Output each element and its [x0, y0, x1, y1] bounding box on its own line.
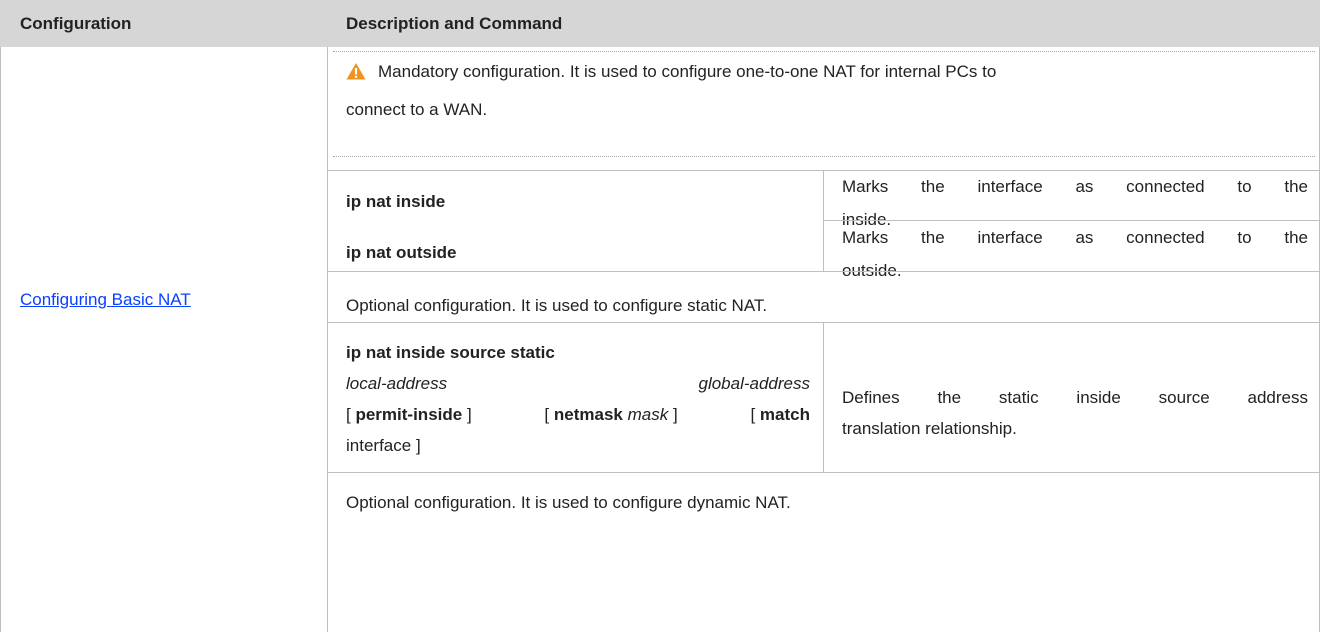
static-desc-line1: Defines the static inside source address [842, 388, 1308, 407]
static-desc-line2: translation relationship. [842, 419, 1017, 438]
mandatory-text-line1: Mandatory configuration. It is used to c… [378, 62, 997, 81]
option-match-interface: interface ] [346, 436, 421, 455]
inner-column-divider-static [823, 322, 824, 472]
command-ip-nat-inside: ip nat inside [346, 192, 446, 211]
option-permit-inside: [ permit-inside ] [346, 405, 472, 424]
table-header-row [0, 0, 1320, 47]
arg-global-address: global-address [698, 374, 810, 393]
mandatory-text-line2: connect to a WAN. [346, 100, 488, 119]
warning-icon [346, 63, 366, 80]
optional-static-text: Optional configuration. It is used to co… [346, 296, 768, 315]
row-divider [327, 271, 1320, 272]
command-desc-outside-line1: Marks the interface as connected to the [842, 228, 1308, 247]
mandatory-bottom-rule [333, 156, 1315, 157]
static-command-line1: ip nat inside source static [346, 343, 555, 362]
header-description: Description and Command [346, 14, 563, 33]
option-match: [ match [750, 405, 810, 424]
command-ip-nat-outside: ip nat outside [346, 243, 457, 262]
configuring-basic-nat-link[interactable]: Configuring Basic NAT [20, 284, 191, 315]
mandatory-top-rule [333, 51, 1315, 52]
static-command-options: [ permit-inside ] [ netmask mask ] [ mat… [346, 399, 810, 430]
column-divider [327, 47, 328, 632]
command-desc-inside-line1: Marks the interface as connected to the [842, 177, 1308, 196]
header-configuration: Configuration [20, 14, 132, 33]
static-command-args: local-address global-address [346, 368, 810, 399]
row-divider [327, 472, 1320, 473]
arg-local-address: local-address [346, 374, 448, 393]
table-left-border [0, 47, 1, 632]
option-netmask: [ netmask mask ] [544, 405, 678, 424]
optional-dynamic-text: Optional configuration. It is used to co… [346, 493, 791, 512]
row-divider-inner [823, 220, 1320, 221]
